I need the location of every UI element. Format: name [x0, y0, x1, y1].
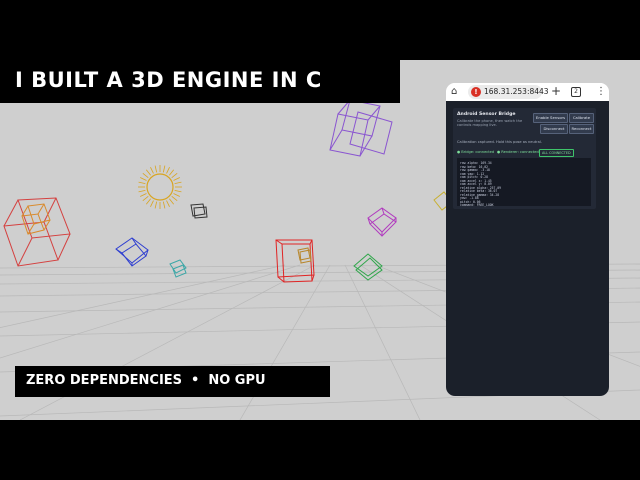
sensor-bridge-app: Android Sensor Bridge Calibrate the phon… [446, 101, 609, 396]
readout-line: command: FREE_LOOK [460, 203, 494, 207]
status-row: ● Bridge: connected ● Renderer: connecte… [457, 149, 597, 157]
home-icon[interactable]: ⌂ [451, 85, 457, 99]
status-badge: ALL CONNECTED [539, 149, 574, 157]
bridge-status: ● Bridge: connected [457, 150, 495, 154]
sensor-readout: raw alpha: 169.34 raw beta: 16.02 raw gamm… [457, 158, 591, 207]
title-banner: I BUILT A 3D ENGINE IN C [0, 60, 400, 103]
reconnect-button[interactable]: Reconnect [569, 124, 594, 134]
browser-toolbar: ⌂ ! 168.31.253:8443 + 2 ⋮ [446, 83, 609, 101]
tab-switcher-button[interactable]: 2 [571, 87, 581, 97]
subtitle-banner: ZERO DEPENDENCIES • NO GPU [15, 366, 330, 397]
teal-cube [169, 259, 187, 278]
magenta-cube [367, 207, 397, 237]
enable-sensors-button[interactable]: Enable Sensors [533, 113, 568, 123]
more-vert-icon[interactable]: ⋮ [596, 85, 606, 99]
orange-small-cube [297, 247, 312, 264]
red-center-cube [275, 239, 315, 283]
disconnect-button[interactable]: Disconnect [540, 124, 568, 134]
subtitle-left: ZERO DEPENDENCIES [26, 373, 183, 388]
blue-cube [115, 237, 149, 267]
subtitle-text: ZERO DEPENDENCIES • NO GPU [26, 373, 266, 388]
insecure-warning-icon[interactable]: ! [471, 87, 481, 97]
app-title: Android Sensor Bridge [457, 112, 516, 117]
sensor-bridge-card: Android Sensor Bridge Calibrate the phon… [453, 108, 596, 209]
video-title: I BUILT A 3D ENGINE IN C [15, 68, 322, 92]
address-url[interactable]: 168.31.253:8443 [484, 87, 549, 97]
renderer-status: ● Renderer: connected [497, 150, 539, 154]
small-dark-cube [190, 203, 208, 219]
plus-icon[interactable]: + [551, 84, 561, 98]
address-bar[interactable]: ! 168.31.253:8443 [468, 85, 549, 99]
calibration-note: Calibration captured. Hold this pose as … [457, 140, 542, 144]
purple-cube [329, 99, 393, 157]
subtitle-separator: • [191, 373, 200, 388]
sun-sphere [138, 165, 182, 209]
subtitle-right: NO GPU [208, 373, 266, 388]
calibrate-button[interactable]: Calibrate [569, 113, 594, 123]
app-description: Calibrate the phone, then watch the cont… [457, 119, 523, 128]
phone-screen: ⌂ ! 168.31.253:8443 + 2 ⋮ Android Sensor… [446, 83, 609, 396]
